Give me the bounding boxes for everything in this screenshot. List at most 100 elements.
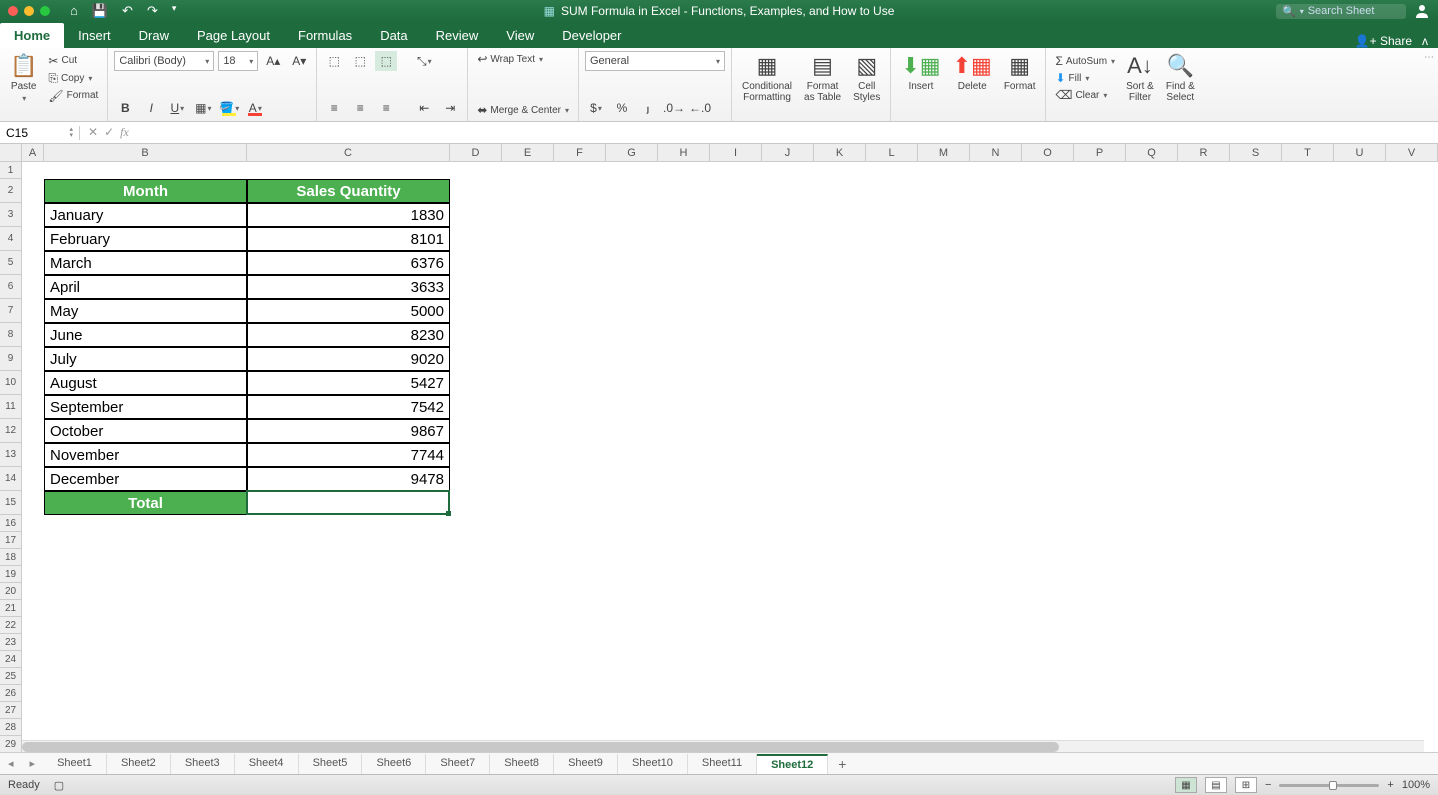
table-cell-month[interactable]: December xyxy=(44,467,247,491)
maximize-window[interactable] xyxy=(40,6,50,16)
row-header-14[interactable]: 14 xyxy=(0,467,22,491)
col-header-N[interactable]: N xyxy=(970,144,1022,162)
row-header-2[interactable]: 2 xyxy=(0,179,22,203)
table-cell-qty[interactable]: 9478 xyxy=(247,467,450,491)
col-header-T[interactable]: T xyxy=(1282,144,1334,162)
col-header-F[interactable]: F xyxy=(554,144,606,162)
tab-insert[interactable]: Insert xyxy=(64,23,125,48)
col-header-H[interactable]: H xyxy=(658,144,710,162)
table-cell-month[interactable]: August xyxy=(44,371,247,395)
sort-filter-button[interactable]: A↓Sort & Filter xyxy=(1122,51,1158,105)
page-layout-view-icon[interactable]: ▤ xyxy=(1205,777,1227,793)
row-header-18[interactable]: 18 xyxy=(0,549,22,566)
comma-icon[interactable]: ⱼ xyxy=(637,98,659,118)
row-header-3[interactable]: 3 xyxy=(0,203,22,227)
wrap-text-button[interactable]: ↩Wrap Text▾ xyxy=(474,51,572,67)
table-cell-qty[interactable]: 6376 xyxy=(247,251,450,275)
share-button[interactable]: 👤+ Share xyxy=(1355,34,1412,48)
clear-button[interactable]: ⌫Clear▾ xyxy=(1052,87,1118,103)
col-header-S[interactable]: S xyxy=(1230,144,1282,162)
sheet-tab-sheet1[interactable]: Sheet1 xyxy=(43,754,107,774)
table-cell-month[interactable]: February xyxy=(44,227,247,251)
sheet-tab-sheet10[interactable]: Sheet10 xyxy=(618,754,688,774)
col-header-C[interactable]: C xyxy=(247,144,450,162)
fill-color-button[interactable]: 🪣▾ xyxy=(218,98,240,118)
col-header-D[interactable]: D xyxy=(450,144,502,162)
sheet-tab-sheet11[interactable]: Sheet11 xyxy=(688,754,757,774)
row-header-1[interactable]: 1 xyxy=(0,162,22,179)
user-icon[interactable] xyxy=(1414,3,1430,19)
col-header-Q[interactable]: Q xyxy=(1126,144,1178,162)
format-painter-button[interactable]: 🖌Format xyxy=(45,88,101,104)
percent-icon[interactable]: % xyxy=(611,98,633,118)
tab-formulas[interactable]: Formulas xyxy=(284,23,366,48)
zoom-out-icon[interactable]: − xyxy=(1265,779,1271,791)
horizontal-scrollbar[interactable] xyxy=(22,740,1424,752)
close-window[interactable] xyxy=(8,6,18,16)
table-cell-month[interactable]: March xyxy=(44,251,247,275)
tab-page-layout[interactable]: Page Layout xyxy=(183,23,284,48)
sheet-tab-sheet3[interactable]: Sheet3 xyxy=(171,754,235,774)
row-header-6[interactable]: 6 xyxy=(0,275,22,299)
table-cell-qty[interactable]: 1830 xyxy=(247,203,450,227)
increase-indent-icon[interactable]: ⇥ xyxy=(439,98,461,118)
find-select-button[interactable]: 🔍Find & Select xyxy=(1162,51,1199,105)
decrease-indent-icon[interactable]: ⇤ xyxy=(413,98,435,118)
row-header-8[interactable]: 8 xyxy=(0,323,22,347)
sheet-tab-sheet4[interactable]: Sheet4 xyxy=(235,754,299,774)
qat-more-icon[interactable]: ▾ xyxy=(172,3,177,19)
col-header-U[interactable]: U xyxy=(1334,144,1386,162)
sheet-tab-sheet9[interactable]: Sheet9 xyxy=(554,754,618,774)
autosum-button[interactable]: ΣAutoSum▾ xyxy=(1052,53,1118,69)
cell-styles-button[interactable]: ▧Cell Styles xyxy=(849,51,884,105)
format-as-table-button[interactable]: ▤Format as Table xyxy=(800,51,845,105)
table-cell-qty[interactable]: 9867 xyxy=(247,419,450,443)
page-break-view-icon[interactable]: ⊞ xyxy=(1235,777,1257,793)
table-cell-month[interactable]: January xyxy=(44,203,247,227)
row-header-10[interactable]: 10 xyxy=(0,371,22,395)
tab-data[interactable]: Data xyxy=(366,23,421,48)
italic-button[interactable]: I xyxy=(140,98,162,118)
row-header-13[interactable]: 13 xyxy=(0,443,22,467)
bold-button[interactable]: B xyxy=(114,98,136,118)
sheet-tab-sheet2[interactable]: Sheet2 xyxy=(107,754,171,774)
font-color-button[interactable]: A▾ xyxy=(244,98,266,118)
table-cell-month[interactable]: May xyxy=(44,299,247,323)
tab-review[interactable]: Review xyxy=(422,23,493,48)
sheet-tab-sheet5[interactable]: Sheet5 xyxy=(299,754,363,774)
col-header-J[interactable]: J xyxy=(762,144,814,162)
row-header-23[interactable]: 23 xyxy=(0,634,22,651)
table-cell-month[interactable]: September xyxy=(44,395,247,419)
col-header-K[interactable]: K xyxy=(814,144,866,162)
row-header-25[interactable]: 25 xyxy=(0,668,22,685)
paste-button[interactable]: 📋 Paste ▾ xyxy=(6,51,41,105)
row-header-26[interactable]: 26 xyxy=(0,685,22,702)
sheet-tab-sheet6[interactable]: Sheet6 xyxy=(362,754,426,774)
delete-cells-button[interactable]: ⬆▦Delete xyxy=(949,51,996,94)
row-header-5[interactable]: 5 xyxy=(0,251,22,275)
redo-icon[interactable]: ↷ xyxy=(147,3,158,19)
align-middle-icon[interactable]: ⬚ xyxy=(349,51,371,71)
row-header-9[interactable]: 9 xyxy=(0,347,22,371)
macro-record-icon[interactable]: ▢ xyxy=(54,779,64,792)
save-icon[interactable]: 💾 xyxy=(92,3,108,19)
minimize-window[interactable] xyxy=(24,6,34,16)
table-cell-qty[interactable]: 5427 xyxy=(247,371,450,395)
undo-icon[interactable]: ↶ xyxy=(122,3,133,19)
col-header-G[interactable]: G xyxy=(606,144,658,162)
cancel-formula-icon[interactable]: ✕ xyxy=(88,125,98,140)
table-cell-qty[interactable]: 5000 xyxy=(247,299,450,323)
normal-view-icon[interactable]: ▦ xyxy=(1175,777,1197,793)
row-header-28[interactable]: 28 xyxy=(0,719,22,736)
tab-home[interactable]: Home xyxy=(0,23,64,48)
row-header-12[interactable]: 12 xyxy=(0,419,22,443)
row-header-17[interactable]: 17 xyxy=(0,532,22,549)
fill-button[interactable]: ⬇Fill▾ xyxy=(1052,70,1118,86)
search-sheet[interactable]: 🔍 ▾ Search Sheet xyxy=(1276,4,1406,19)
row-header-19[interactable]: 19 xyxy=(0,566,22,583)
table-cell-month[interactable]: July xyxy=(44,347,247,371)
col-header-O[interactable]: O xyxy=(1022,144,1074,162)
table-cell-month[interactable]: June xyxy=(44,323,247,347)
row-header-11[interactable]: 11 xyxy=(0,395,22,419)
table-cell-month[interactable]: November xyxy=(44,443,247,467)
